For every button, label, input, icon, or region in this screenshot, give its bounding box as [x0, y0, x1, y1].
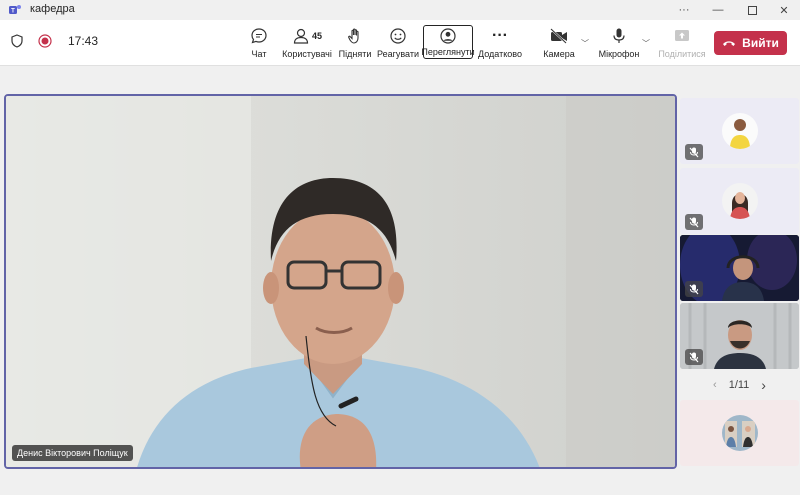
mic-options-chevron-icon[interactable]: ﹀ [642, 38, 650, 49]
svg-text:T: T [11, 9, 15, 15]
camera-options-chevron-icon[interactable]: ﹀ [581, 38, 589, 49]
hang-up-icon [723, 41, 736, 46]
people-icon [293, 28, 309, 44]
window-title: кафедра [30, 3, 75, 15]
participant-tile[interactable] [680, 168, 799, 234]
leave-button[interactable]: Вийти [714, 31, 787, 55]
muted-mic-icon [685, 144, 703, 160]
people-label: Користувачі [282, 49, 332, 59]
hand-icon [348, 28, 359, 44]
chat-label: Чат [251, 49, 267, 59]
participant-tile[interactable] [680, 98, 799, 164]
leave-label: Вийти [742, 36, 779, 50]
microphone-icon [613, 28, 625, 43]
more-label: Додатково [478, 49, 522, 59]
avatar [722, 183, 758, 219]
react-label: Реагувати [376, 49, 420, 59]
mic-label: Мікрофон [598, 49, 640, 59]
shield-icon[interactable] [10, 34, 24, 48]
raise-label: Підняти [338, 49, 372, 59]
minimize-icon[interactable]: — [702, 0, 734, 20]
view-icon [440, 28, 456, 44]
people-count: 45 [311, 31, 322, 41]
chat-icon [251, 28, 267, 44]
avatar [722, 415, 758, 451]
muted-mic-icon [685, 214, 703, 230]
microphone-button[interactable]: Мікрофон [593, 26, 645, 59]
maximize-icon[interactable] [736, 0, 768, 20]
share-label: Поділитися [658, 49, 706, 59]
meeting-toolbar: 17:43 Чат 45 Користувачі Підняти Реагува… [0, 20, 800, 66]
camera-off-icon [550, 28, 567, 44]
participant-tile[interactable] [680, 400, 799, 466]
camera-button[interactable]: Камера [533, 26, 585, 59]
chevron-right-icon[interactable]: › [761, 377, 766, 393]
participant-video-tile[interactable] [680, 235, 799, 301]
page-indicator: 1/11 [728, 379, 750, 391]
view-label: Переглянути [421, 47, 475, 57]
meeting-timer: 17:43 [68, 34, 99, 48]
gallery-pager: ‹ 1/11 › [680, 376, 799, 394]
more-icon[interactable]: ··· [668, 0, 700, 20]
presenter-video [6, 96, 675, 467]
view-button[interactable]: Переглянути [421, 25, 475, 59]
presenter-name-tag: Денис Вікторович Поліщук [12, 445, 133, 461]
recording-icon[interactable] [38, 34, 52, 48]
chat-button[interactable]: Чат [233, 26, 285, 59]
main-video-stage[interactable]: Денис Вікторович Поліщук [4, 94, 677, 469]
avatar [722, 113, 758, 149]
share-icon [675, 30, 689, 41]
muted-mic-icon [685, 349, 703, 365]
smiley-icon [390, 28, 406, 44]
camera-label: Камера [543, 49, 575, 59]
react-button[interactable]: Реагувати [372, 26, 424, 59]
close-icon[interactable]: ✕ [768, 0, 800, 20]
teams-logo-icon: T [9, 5, 21, 15]
muted-mic-icon [685, 281, 703, 297]
people-button[interactable]: 45 Користувачі [281, 26, 333, 59]
share-button[interactable]: Поділитися [656, 26, 708, 59]
chevron-left-icon[interactable]: ‹ [713, 379, 717, 391]
title-bar: T кафедра ··· — ✕ [0, 0, 800, 20]
participant-video-tile[interactable] [680, 303, 799, 369]
more-actions-button[interactable]: ··· Додатково [474, 26, 526, 60]
ellipsis-icon: ··· [492, 27, 508, 44]
